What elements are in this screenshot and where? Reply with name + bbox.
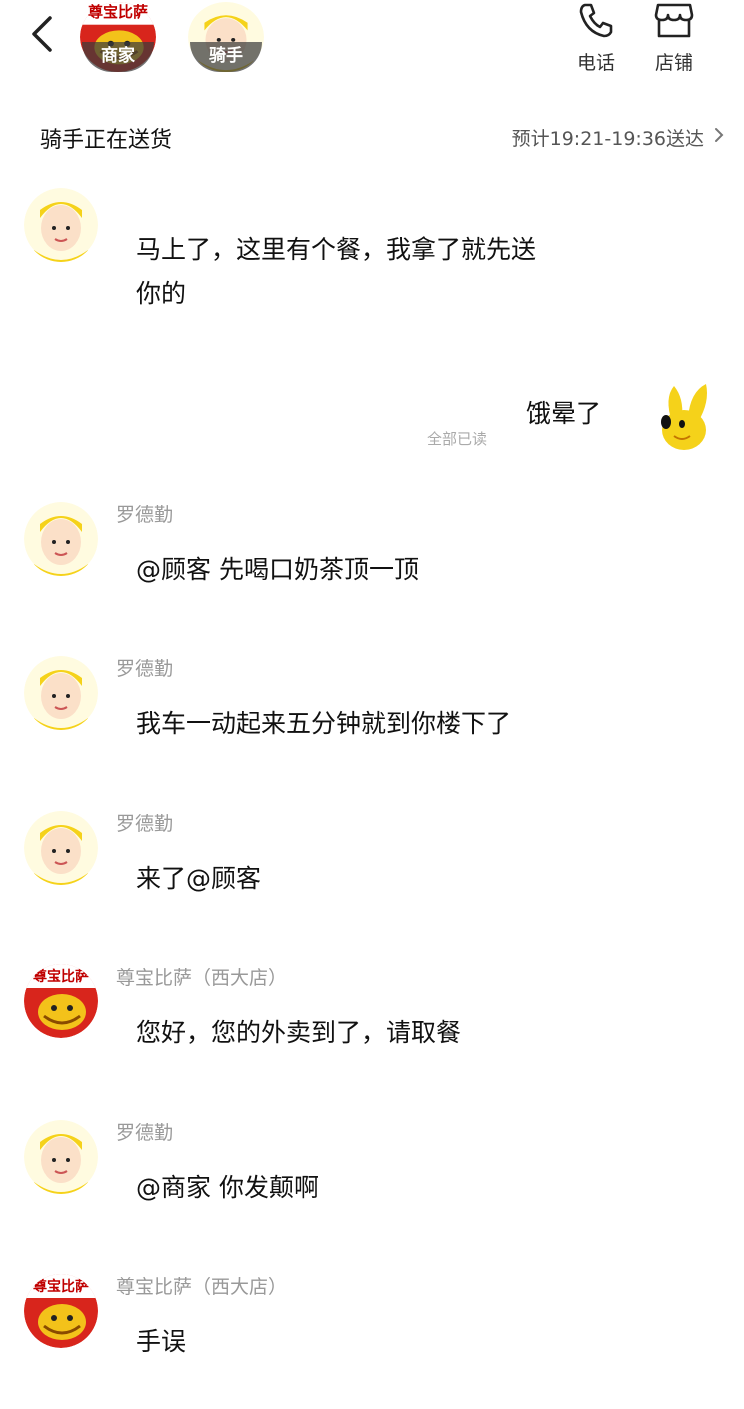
- rider-message-avatar[interactable]: [24, 811, 98, 885]
- merchant-tag: 商家: [82, 42, 154, 72]
- merchant-sign-text: 尊宝比萨: [33, 969, 89, 985]
- sender-name: 罗德勤: [116, 504, 174, 526]
- store-icon: [654, 3, 694, 38]
- sender-name: 罗德勤: [116, 1122, 174, 1144]
- merchant-sign-text: 尊宝比萨: [33, 1279, 89, 1295]
- chevron-left-icon: [32, 16, 52, 52]
- back-button[interactable]: [24, 14, 64, 54]
- bunny-avatar-icon: [661, 384, 707, 450]
- delivery-status-bar[interactable]: 骑手正在送货 预计19:21-19:36送达: [0, 100, 744, 170]
- rider-message-avatar[interactable]: [24, 1120, 98, 1194]
- rider-tag: 骑手: [190, 42, 262, 72]
- message-text: @顾客 先喝口奶茶顶一顶: [136, 555, 419, 584]
- merchant-message-avatar[interactable]: 尊宝比萨: [24, 1274, 98, 1348]
- rider-avatar-button[interactable]: 骑手: [188, 2, 264, 72]
- message-text: 来了@顾客: [136, 864, 262, 893]
- chat-header: 尊宝比萨 商家 骑手 电话 店铺: [0, 0, 744, 100]
- phone-icon: [579, 3, 613, 38]
- delivery-status-text: 骑手正在送货: [40, 128, 173, 153]
- sender-name: 罗德勤: [116, 813, 174, 835]
- merchant-message-avatar[interactable]: 尊宝比萨: [24, 964, 98, 1038]
- rider-message-avatar[interactable]: [24, 656, 98, 730]
- store-label: 店铺: [654, 52, 693, 74]
- rider-message-avatar[interactable]: [24, 188, 98, 262]
- chevron-right-icon: [715, 128, 724, 142]
- phone-button[interactable]: 电话: [566, 0, 626, 80]
- sender-name: 尊宝比萨（西大店）: [116, 1276, 288, 1298]
- message-text: 我车一动起来五分钟就到你楼下了: [136, 709, 512, 738]
- message-text: @商家 你发颠啊: [136, 1173, 319, 1202]
- message-text: 手误: [136, 1327, 187, 1356]
- message-text-continued: 你的: [136, 279, 187, 308]
- phone-label: 电话: [576, 52, 615, 74]
- rider-message-avatar[interactable]: [24, 502, 98, 576]
- eta-text: 预计19:21-19:36送达: [511, 128, 704, 150]
- store-button[interactable]: 店铺: [644, 0, 704, 80]
- sender-name: 罗德勤: [116, 658, 174, 680]
- message-text: 您好，您的外卖到了，请取餐: [136, 1018, 462, 1047]
- my-message-text: 饿晕了: [526, 399, 602, 428]
- read-status: 全部已读: [427, 430, 488, 448]
- merchant-avatar-button[interactable]: 尊宝比萨 商家: [80, 2, 156, 72]
- message-text: 马上了，这里有个餐，我拿了就先送: [136, 235, 537, 264]
- merchant-sign-text: 尊宝比萨: [87, 3, 148, 21]
- sender-name: 尊宝比萨（西大店）: [116, 967, 288, 989]
- my-avatar[interactable]: [652, 378, 716, 454]
